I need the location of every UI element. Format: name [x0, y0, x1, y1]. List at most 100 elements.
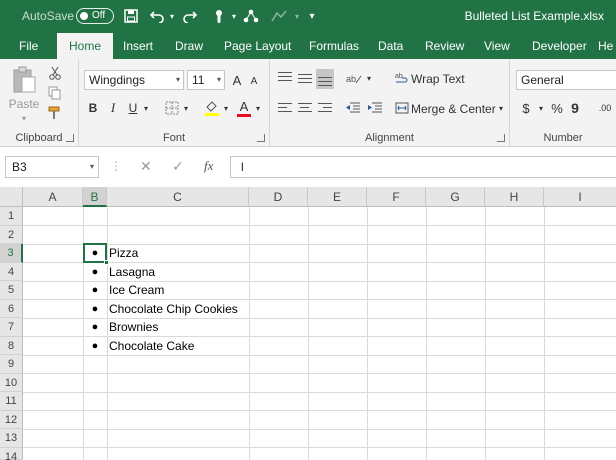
percent-button[interactable]: % — [550, 99, 564, 117]
alignment-launcher-icon[interactable] — [497, 134, 505, 142]
fill-handle[interactable] — [104, 260, 109, 265]
insert-function-button[interactable]: fx — [204, 158, 213, 174]
column-header-c[interactable]: C — [107, 187, 249, 207]
paste-label[interactable]: Paste — [8, 97, 40, 111]
touch-mode-icon[interactable] — [210, 6, 228, 26]
font-launcher-icon[interactable] — [257, 134, 265, 142]
row-header-13[interactable]: 13 — [0, 429, 23, 448]
italic-button[interactable]: I — [105, 99, 121, 117]
list-item-cell[interactable]: Pizza — [109, 244, 138, 262]
bullet-cell[interactable]: ● — [84, 300, 106, 318]
bullet-cell[interactable]: ● — [84, 281, 106, 299]
column-header-e[interactable]: E — [308, 187, 367, 207]
column-header-b[interactable]: B — [83, 187, 107, 207]
underline-button[interactable]: U — [125, 99, 141, 117]
list-item-cell[interactable]: Chocolate Chip Cookies — [109, 300, 238, 318]
undo-icon[interactable] — [148, 6, 166, 26]
fill-color-dropdown-icon[interactable]: ▾ — [221, 101, 231, 115]
fill-color-icon[interactable] — [203, 97, 221, 119]
row-header-10[interactable]: 10 — [0, 373, 23, 392]
more-options-icon[interactable]: ⋮ — [110, 159, 122, 173]
align-right-icon[interactable] — [316, 99, 334, 117]
autosave-toggle[interactable]: Off — [76, 8, 114, 24]
align-top-icon[interactable] — [276, 69, 294, 87]
borders-icon[interactable] — [163, 99, 181, 117]
shapes-icon[interactable] — [242, 6, 260, 26]
wrap-text-icon[interactable]: ab — [394, 69, 410, 87]
tab-view[interactable]: View — [472, 33, 522, 59]
list-item-cell[interactable]: Chocolate Cake — [109, 337, 194, 355]
currency-button[interactable]: $ — [520, 99, 532, 117]
list-item-cell[interactable]: Ice Cream — [109, 281, 164, 299]
orientation-icon[interactable]: ab — [344, 69, 364, 87]
list-item-cell[interactable]: Brownies — [109, 318, 158, 336]
chart-icon[interactable] — [268, 6, 290, 26]
clipboard-launcher-icon[interactable] — [66, 134, 74, 142]
tab-home[interactable]: Home — [57, 33, 114, 60]
format-painter-icon[interactable] — [46, 105, 64, 121]
column-header-a[interactable]: A — [23, 187, 83, 207]
bullet-cell[interactable]: ● — [84, 337, 106, 355]
align-center-icon[interactable] — [296, 99, 314, 117]
tab-review[interactable]: Review — [413, 33, 476, 59]
active-cell-selection[interactable] — [83, 243, 109, 265]
merge-center-icon[interactable] — [394, 99, 410, 117]
row-header-5[interactable]: 5 — [0, 281, 23, 300]
tab-file[interactable]: File — [7, 33, 50, 59]
comma-style-button[interactable]: 9 — [570, 99, 580, 117]
row-header-12[interactable]: 12 — [0, 410, 23, 429]
tab-formulas[interactable]: Formulas — [297, 33, 371, 59]
align-middle-icon[interactable] — [296, 69, 314, 87]
chart-dropdown-icon[interactable]: ▾ — [292, 6, 302, 26]
row-header-8[interactable]: 8 — [0, 336, 23, 355]
decrease-font-button[interactable]: A — [247, 73, 261, 89]
undo-dropdown-icon[interactable]: ▾ — [167, 6, 177, 26]
tab-draw[interactable]: Draw — [163, 33, 215, 59]
row-header-2[interactable]: 2 — [0, 225, 23, 244]
align-bottom-icon[interactable] — [316, 69, 334, 89]
tab-data[interactable]: Data — [366, 33, 415, 59]
paste-dropdown-icon[interactable]: ▾ — [18, 113, 30, 123]
spreadsheet-grid[interactable]: A B C D E F G H I 1 2 3 4 5 6 7 8 9 10 1… — [0, 187, 616, 460]
increase-font-button[interactable]: A — [229, 71, 245, 89]
bold-button[interactable]: B — [85, 99, 101, 117]
tab-insert[interactable]: Insert — [111, 33, 165, 59]
merge-dropdown-icon[interactable]: ▾ — [496, 101, 506, 115]
name-box[interactable]: B3 ▾ — [5, 156, 99, 178]
formula-input[interactable]: l — [230, 156, 616, 178]
orientation-dropdown-icon[interactable]: ▾ — [364, 71, 374, 85]
row-header-9[interactable]: 9 — [0, 355, 23, 374]
column-header-d[interactable]: D — [249, 187, 308, 207]
number-format-dropdown[interactable]: General — [516, 70, 616, 90]
column-header-f[interactable]: F — [367, 187, 426, 207]
cut-icon[interactable] — [46, 65, 64, 81]
cancel-icon[interactable]: ✕ — [140, 158, 152, 175]
currency-dropdown-icon[interactable]: ▾ — [536, 101, 546, 115]
font-size-dropdown[interactable]: 11 ▾ — [187, 70, 225, 90]
borders-dropdown-icon[interactable]: ▾ — [181, 101, 191, 115]
select-all-corner[interactable] — [0, 187, 23, 207]
redo-icon[interactable] — [180, 6, 198, 26]
wrap-text-button[interactable]: Wrap Text — [411, 71, 465, 87]
save-icon[interactable] — [122, 6, 140, 26]
list-item-cell[interactable]: Lasagna — [109, 263, 155, 281]
row-header-3[interactable]: 3 — [0, 244, 23, 263]
tab-developer[interactable]: Developer — [520, 33, 599, 59]
merge-center-button[interactable]: Merge & Center — [411, 101, 496, 117]
column-header-h[interactable]: H — [485, 187, 544, 207]
column-header-g[interactable]: G — [426, 187, 485, 207]
row-header-11[interactable]: 11 — [0, 392, 23, 411]
row-header-6[interactable]: 6 — [0, 299, 23, 318]
bullet-cell[interactable]: ● — [84, 263, 106, 281]
increase-indent-icon[interactable] — [366, 99, 384, 117]
underline-dropdown-icon[interactable]: ▾ — [141, 101, 151, 115]
row-header-14[interactable]: 14 — [0, 447, 23, 460]
increase-decimal-button[interactable]: .00 — [594, 99, 616, 117]
copy-icon[interactable] — [46, 85, 64, 101]
decrease-indent-icon[interactable] — [344, 99, 362, 117]
customize-toolbar-icon[interactable]: ▾ — [306, 6, 318, 26]
align-left-icon[interactable] — [276, 99, 294, 117]
tab-help[interactable]: He — [594, 33, 616, 59]
paste-icon[interactable] — [10, 65, 38, 95]
font-color-button[interactable]: A — [235, 97, 253, 119]
